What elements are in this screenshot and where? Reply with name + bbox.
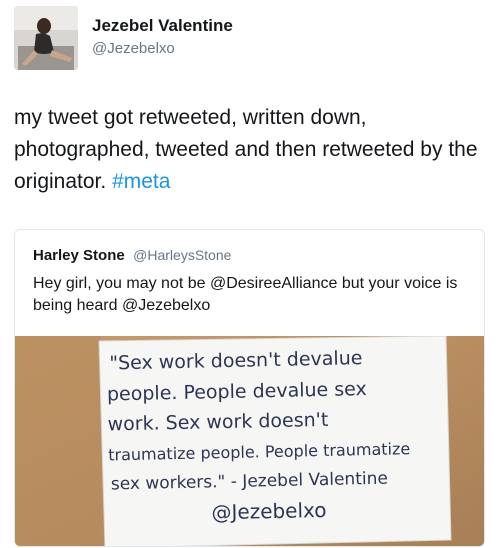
avatar-photo [14, 6, 78, 70]
author-name[interactable]: Jezebel Valentine [92, 16, 233, 36]
quoted-tweet-card[interactable]: Harley Stone @HarleysStone Hey girl, you… [14, 229, 485, 547]
handwritten-note-photo: "Sex work doesn't devalue people. People… [15, 336, 484, 546]
author-handle[interactable]: @Jezebelxo [92, 40, 175, 57]
quoted-tweet-header: Harley Stone @HarleysStone [33, 247, 231, 265]
quoted-author-name: Harley Stone [33, 247, 125, 264]
note-line-6: @Jezebelxo [211, 498, 327, 524]
author-avatar[interactable] [14, 6, 78, 70]
quoted-tweet-photo[interactable]: "Sex work doesn't devalue people. People… [15, 336, 484, 546]
tweet-body: my tweet got retweeted, written down, ph… [14, 102, 486, 198]
tweet-header: Jezebel Valentine @Jezebelxo [14, 6, 484, 70]
quoted-tweet-text: Hey girl, you may not be @DesireeAllianc… [33, 275, 458, 314]
tweet-text: my tweet got retweeted, written down, ph… [14, 106, 478, 193]
quoted-author-handle: @HarleysStone [133, 247, 232, 263]
hashtag-link[interactable]: #meta [112, 170, 170, 193]
note-line-3: work. Sex work doesn't [107, 409, 328, 436]
